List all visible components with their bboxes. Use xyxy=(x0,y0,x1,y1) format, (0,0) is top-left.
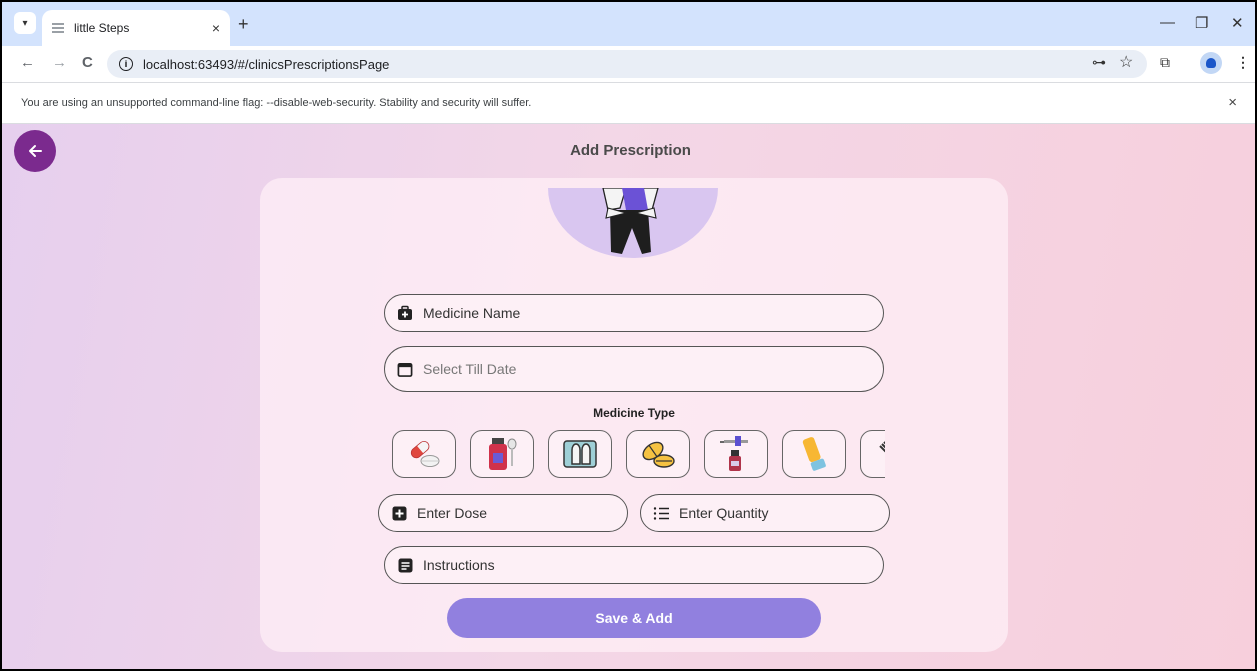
syrup-icon xyxy=(489,438,517,470)
medicine-name-label: Medicine Name xyxy=(423,305,521,321)
capsule-icon xyxy=(410,439,440,467)
medicine-type-dropper[interactable] xyxy=(704,430,768,478)
reload-icon[interactable]: C xyxy=(82,54,93,71)
medicine-type-tablets[interactable] xyxy=(626,430,690,478)
instructions-label: Instructions xyxy=(423,557,495,573)
till-date-field[interactable]: Select Till Date xyxy=(384,346,884,392)
app-body: Add Prescription Medicine Name Select Ti… xyxy=(2,124,1255,669)
plus-box-icon xyxy=(391,505,407,521)
calendar-icon xyxy=(397,361,413,377)
quantity-label: Enter Quantity xyxy=(679,505,769,521)
tab-close-icon[interactable]: × xyxy=(212,20,220,36)
medicine-type-capsule[interactable] xyxy=(392,430,456,478)
dose-label: Enter Dose xyxy=(417,505,488,521)
browser-toolbar: ← → C i localhost:63493/#/clinicsPrescri… xyxy=(2,46,1255,82)
profile-avatar[interactable] xyxy=(1200,52,1222,74)
injection-icon xyxy=(879,441,885,453)
medicine-type-injection[interactable] xyxy=(860,430,885,478)
tablets-icon xyxy=(642,441,675,468)
medicine-type-syrup[interactable] xyxy=(470,430,534,478)
address-bar[interactable]: i localhost:63493/#/clinicsPrescriptions… xyxy=(107,50,1147,78)
forward-arrow-icon[interactable]: → xyxy=(52,54,67,71)
medicine-type-list[interactable] xyxy=(390,428,885,480)
extensions-icon[interactable]: ⧉ xyxy=(1160,54,1170,71)
medicine-name-field[interactable]: Medicine Name xyxy=(384,294,884,332)
tab-search-button[interactable]: ▾ xyxy=(14,12,36,34)
password-key-icon[interactable]: ⊶ xyxy=(1092,54,1106,71)
person-icon xyxy=(1206,58,1216,68)
info-icon[interactable]: i xyxy=(119,57,133,71)
medicine-type-label: Medicine Type xyxy=(593,406,675,420)
window-close-icon[interactable]: ✕ xyxy=(1231,14,1244,32)
new-tab-icon[interactable]: + xyxy=(238,14,249,35)
tab-strip: ▾ little Steps × + — ❐ ✕ xyxy=(2,2,1255,46)
dropper-icon xyxy=(720,436,748,471)
restore-icon[interactable]: ❐ xyxy=(1195,14,1208,32)
numbered-list-icon xyxy=(653,505,669,521)
save-and-add-button[interactable]: Save & Add xyxy=(447,598,821,638)
inhaler-icon xyxy=(802,437,826,471)
notes-icon xyxy=(397,557,413,573)
tab-title: little Steps xyxy=(74,21,130,35)
minimize-icon[interactable]: — xyxy=(1160,14,1175,31)
browser-window: ▾ little Steps × + — ❐ ✕ ← → C i localho… xyxy=(0,0,1257,671)
app-favicon-icon xyxy=(52,23,64,33)
infobar-close-icon[interactable]: × xyxy=(1228,94,1237,111)
dose-field[interactable]: Enter Dose xyxy=(378,494,628,532)
medicine-type-inhaler[interactable] xyxy=(782,430,846,478)
page-title: Add Prescription xyxy=(570,142,691,159)
infobar-message: You are using an unsupported command-lin… xyxy=(21,97,532,109)
url-text[interactable]: localhost:63493/#/clinicsPrescriptionsPa… xyxy=(143,57,389,72)
browser-menu-icon[interactable]: ⋮ xyxy=(1236,54,1250,71)
instructions-field[interactable]: Instructions xyxy=(384,546,884,584)
till-date-placeholder: Select Till Date xyxy=(423,361,517,377)
medicine-type-suppository[interactable] xyxy=(548,430,612,478)
chevron-down-icon: ▾ xyxy=(22,17,28,29)
back-arrow-icon[interactable]: ← xyxy=(20,54,35,71)
browser-tab[interactable]: little Steps × xyxy=(42,10,230,46)
warning-infobar: You are using an unsupported command-lin… xyxy=(2,82,1255,124)
bookmark-star-icon[interactable]: ☆ xyxy=(1119,52,1133,72)
suppository-icon xyxy=(563,440,597,468)
doctor-illustration xyxy=(548,188,718,258)
medical-bag-icon xyxy=(397,305,413,321)
quantity-field[interactable]: Enter Quantity xyxy=(640,494,890,532)
